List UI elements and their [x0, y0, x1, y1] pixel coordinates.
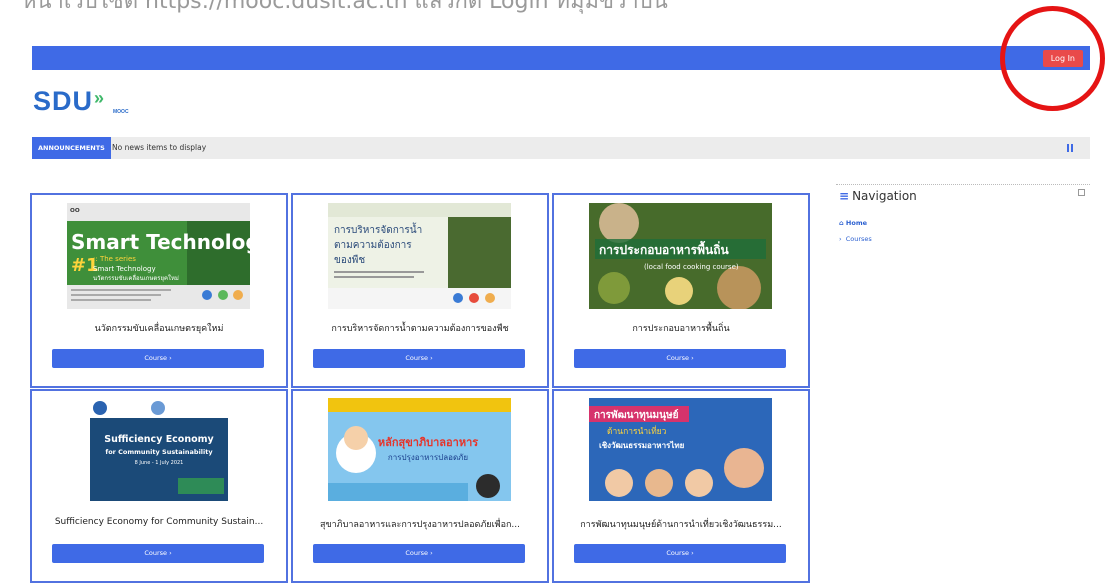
thumb-line1: การประกอบอาหารพื้นถิ่น	[599, 240, 729, 257]
course-thumbnail[interactable]: การพัฒนาทุนมนุษย์ ด้านการนำเที่ยว เชิงวั…	[589, 398, 772, 501]
course-title[interactable]: นวัตกรรมขับเคลื่อนเกษตรยุคใหม่	[32, 321, 286, 335]
thumb-line2: ด้านการนำเที่ยว	[607, 425, 667, 437]
course-button[interactable]: Course ›	[574, 544, 786, 563]
login-highlight-circle	[1000, 6, 1105, 111]
food-sanitation-image: หลักสุขาภิบาลอาหาร การปรุงอาหารปลอดภัย	[328, 398, 511, 501]
top-navbar: Log In	[32, 46, 1090, 70]
course-card[interactable]: การประกอบอาหารพื้นถิ่น (local food cooki…	[552, 193, 810, 388]
announcements-text: No news items to display	[112, 143, 207, 152]
course-button[interactable]: Course ›	[52, 349, 264, 368]
course-card[interactable]: หลักสุขาภิบาลอาหาร การปรุงอาหารปลอดภัย ส…	[291, 389, 549, 583]
course-button[interactable]: Course ›	[574, 349, 786, 368]
chevron-right-icon: ›	[839, 235, 846, 243]
nav-courses-link[interactable]: › Courses	[839, 235, 872, 243]
thumb-line3: 8 June - 1 July 2021	[135, 460, 184, 466]
thumb-line3: ของพืช	[334, 254, 365, 266]
thumb-line2: การปรุงอาหารปลอดภัย	[388, 453, 468, 462]
navigation-title: ≡ Navigation	[839, 189, 917, 203]
announcements-bar: ANNOUNCEMENTS No news items to display	[32, 137, 1090, 159]
site-logo[interactable]: SDU» MOOC	[33, 86, 129, 117]
course-card[interactable]: Sufficiency Economy for Community Sustai…	[30, 389, 288, 583]
course-thumbnail[interactable]: การบริหารจัดการน้ำ ตามความต้องการ ของพืช	[328, 203, 511, 309]
thumb-line3: เชิงวัฒนธรรมอาหารไทย	[599, 440, 685, 450]
course-card[interactable]: การบริหารจัดการน้ำ ตามความต้องการ ของพืช…	[291, 193, 549, 388]
course-button[interactable]: Course ›	[52, 544, 264, 563]
course-thumbnail[interactable]: ᴼᴼ Smart Technology #1 :: The series Sma…	[67, 203, 250, 309]
thumb-line1: หลักสุขาภิบาลอาหาร	[378, 436, 478, 450]
local-food-image: การประกอบอาหารพื้นถิ่น (local food cooki…	[589, 203, 772, 309]
thumb-line2: (local food cooking course)	[644, 263, 739, 271]
course-thumbnail[interactable]: Sufficiency Economy for Community Sustai…	[90, 398, 228, 501]
course-title[interactable]: การประกอบอาหารพื้นถิ่น	[554, 321, 808, 335]
smart-tech-image: ᴼᴼ Smart Technology #1 :: The series Sma…	[67, 203, 250, 309]
course-title[interactable]: การบริหารจัดการน้ำตามความต้องการของพืช	[293, 321, 547, 335]
course-title[interactable]: สุขาภิบาลอาหารและการปรุงอาหารปลอดภัยเพื่…	[293, 517, 547, 531]
thumb-line1: Sufficiency Economy	[104, 434, 214, 445]
divider	[836, 184, 1090, 185]
water-management-image: การบริหารจัดการน้ำ ตามความต้องการ ของพืช	[328, 203, 511, 309]
course-button[interactable]: Course ›	[313, 349, 525, 368]
svg-text:ᴼᴼ: ᴼᴼ	[70, 208, 80, 218]
logo-chevron-icon: »	[94, 88, 106, 108]
course-card[interactable]: ᴼᴼ Smart Technology #1 :: The series Sma…	[30, 193, 288, 388]
course-grid: ᴼᴼ Smart Technology #1 :: The series Sma…	[30, 193, 810, 583]
course-button[interactable]: Course ›	[313, 544, 525, 563]
thumb-line1: การบริหารจัดการน้ำ	[334, 222, 422, 236]
thumb-line: Smart Technology	[93, 265, 156, 273]
course-title[interactable]: การพัฒนาทุนมนุษย์ด้านการนำเที่ยวเชิงวัฒน…	[554, 517, 808, 531]
thumb-line2: ตามความต้องการ	[334, 239, 412, 251]
course-thumbnail[interactable]: การประกอบอาหารพื้นถิ่น (local food cooki…	[589, 203, 772, 309]
home-icon: ⌂	[839, 219, 846, 227]
thumb-line1: การพัฒนาทุนมนุษย์	[594, 409, 679, 421]
course-thumbnail[interactable]: หลักสุขาภิบาลอาหาร การปรุงอาหารปลอดภัย	[328, 398, 511, 501]
nav-home-label: Home	[845, 219, 868, 227]
thumb-big: Smart Technology	[71, 230, 250, 254]
collapse-icon[interactable]	[1078, 189, 1085, 196]
nav-courses-label: Courses	[845, 235, 872, 243]
course-title[interactable]: Sufficiency Economy for Community Sustai…	[32, 517, 286, 527]
human-capital-image: การพัฒนาทุนมนุษย์ ด้านการนำเที่ยว เชิงวั…	[589, 398, 772, 501]
pause-icon[interactable]	[1067, 144, 1074, 152]
sufficiency-economy-image: Sufficiency Economy for Community Sustai…	[90, 398, 228, 501]
thumb-line2: for Community Sustainability	[105, 448, 213, 456]
logo-text: SDU	[33, 86, 94, 116]
thumb-sub: :: The series	[93, 255, 136, 263]
menu-icon: ≡	[839, 189, 850, 203]
thumb-thai: นวัตกรรมขับเคลื่อนเกษตรยุคใหม่	[93, 274, 179, 282]
instruction-caption: หน้าเว็บไซต์ https://mooc.dusit.ac.th แล…	[22, 0, 668, 14]
nav-home-link[interactable]: ⌂ Home	[839, 219, 867, 227]
navigation-title-text: Navigation	[852, 189, 917, 203]
course-card[interactable]: การพัฒนาทุนมนุษย์ ด้านการนำเที่ยว เชิงวั…	[552, 389, 810, 583]
logo-sub: MOOC	[113, 109, 129, 115]
announcements-tag[interactable]: ANNOUNCEMENTS	[32, 137, 111, 159]
